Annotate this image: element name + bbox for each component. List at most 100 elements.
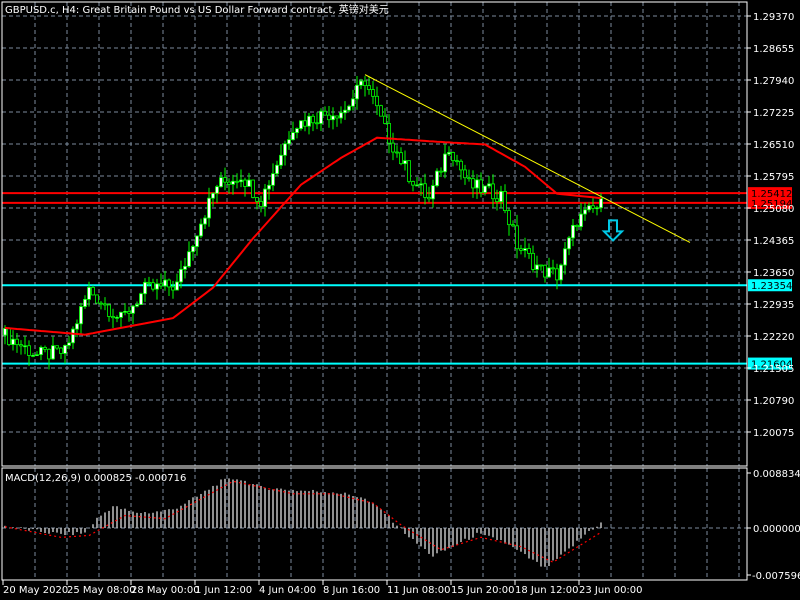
candle-body (159, 283, 163, 287)
candle-body (203, 217, 207, 225)
candle-body (107, 304, 111, 317)
price-tick-label: 1.24365 (753, 236, 794, 247)
candle-body (591, 205, 595, 209)
candle-body (71, 328, 75, 344)
candle-body (251, 179, 255, 198)
candle-body (191, 246, 195, 253)
candle-body (415, 184, 419, 187)
candle-body (127, 310, 131, 314)
candle-body (119, 311, 123, 318)
candle-body (183, 265, 187, 270)
candle-body (163, 279, 167, 287)
candle-body (483, 185, 487, 193)
candle-body (543, 264, 547, 278)
candle-body (47, 348, 51, 360)
candle-body (307, 115, 311, 127)
candle-body (587, 205, 591, 211)
time-tick-label: 25 May 08:00 (67, 585, 136, 596)
candle-body (11, 338, 15, 345)
candle-body (143, 281, 147, 295)
candle-body (211, 192, 215, 199)
trendline[interactable] (364, 74, 691, 243)
price-tick-label: 1.27940 (753, 76, 794, 87)
candle-body (355, 84, 359, 100)
price-tick-label: 1.28655 (753, 44, 794, 55)
candle-body (371, 89, 375, 97)
candle-body (207, 197, 211, 219)
candle-body (595, 207, 599, 210)
panel-frames (1, 1, 748, 581)
candle-body (507, 210, 511, 226)
candle-body (83, 298, 87, 307)
candle-body (139, 293, 143, 305)
candle-body (7, 328, 11, 345)
candle-body (223, 177, 227, 183)
candle-body (215, 186, 219, 194)
candle-body (327, 114, 331, 121)
candle-body (279, 154, 283, 166)
candle-body (219, 177, 223, 188)
candle-body (419, 183, 423, 186)
candle-body (443, 153, 447, 173)
candle-body (267, 184, 271, 190)
candle-body (335, 115, 339, 119)
candle-body (51, 345, 55, 360)
candle-body (319, 110, 323, 124)
candle-body (235, 180, 239, 183)
candle-body (179, 268, 183, 283)
candle-body (315, 122, 319, 125)
candle-body (451, 152, 455, 162)
candle-body (479, 179, 483, 193)
candle-body (131, 305, 135, 314)
candle-body (231, 180, 235, 185)
candle-body (523, 248, 527, 251)
candle-body (539, 264, 543, 267)
candle-body (283, 143, 287, 156)
trendline-line[interactable] (364, 74, 691, 243)
time-axis[interactable]: 20 May 202025 May 08:0028 May 00:001 Jun… (2, 580, 643, 596)
candle-body (227, 181, 231, 185)
candle-body (287, 139, 291, 145)
candle-body (447, 152, 451, 155)
candle-body (27, 345, 31, 356)
candle-body (255, 197, 259, 202)
candle-body (391, 142, 395, 153)
candle-body (63, 345, 67, 354)
candle-body (531, 252, 535, 270)
sell-arrow-icon[interactable] (601, 219, 625, 242)
candle-body (187, 251, 191, 267)
price-level-label: 1.23354 (751, 281, 792, 292)
candle-body (175, 281, 179, 291)
macd-signal-line (4, 480, 602, 563)
candle-body (387, 123, 391, 144)
candle-body (155, 283, 159, 290)
candle-body (271, 173, 275, 186)
price-axis[interactable]: 1.29370 1.28655 1.27940 1.27225 1.26510 1.257… (747, 12, 800, 582)
candle-body (563, 248, 567, 266)
candle-body (275, 164, 279, 175)
candle-body (351, 98, 355, 107)
candle-body (411, 181, 415, 186)
candle-body (55, 345, 59, 349)
candle-body (239, 179, 243, 183)
candle-body (535, 264, 539, 270)
price-tick-label: 1.22935 (753, 300, 794, 311)
candle-body (295, 128, 299, 133)
candle-body (323, 110, 327, 116)
price-tick-label: 1.25080 (753, 204, 794, 215)
time-tick-label: 1 Jun 12:00 (195, 585, 252, 596)
candle-body (567, 237, 571, 250)
time-tick-label: 28 May 00:00 (131, 585, 200, 596)
candle-body (3, 328, 7, 336)
trading-chart[interactable]: 1.254121.251941.233541.21604 1.29370 1.28… (0, 0, 800, 600)
candle-body (343, 109, 347, 114)
candle-body (427, 196, 431, 200)
moving-average (4, 136, 602, 336)
horizontal-lines[interactable]: 1.254121.251941.233541.21604 (2, 187, 792, 371)
candle-body (423, 183, 427, 198)
arrow-down-icon[interactable] (601, 219, 625, 242)
candle-body (359, 80, 363, 86)
candle-body (575, 224, 579, 228)
candle-body (555, 268, 559, 281)
candle-body (15, 338, 19, 346)
